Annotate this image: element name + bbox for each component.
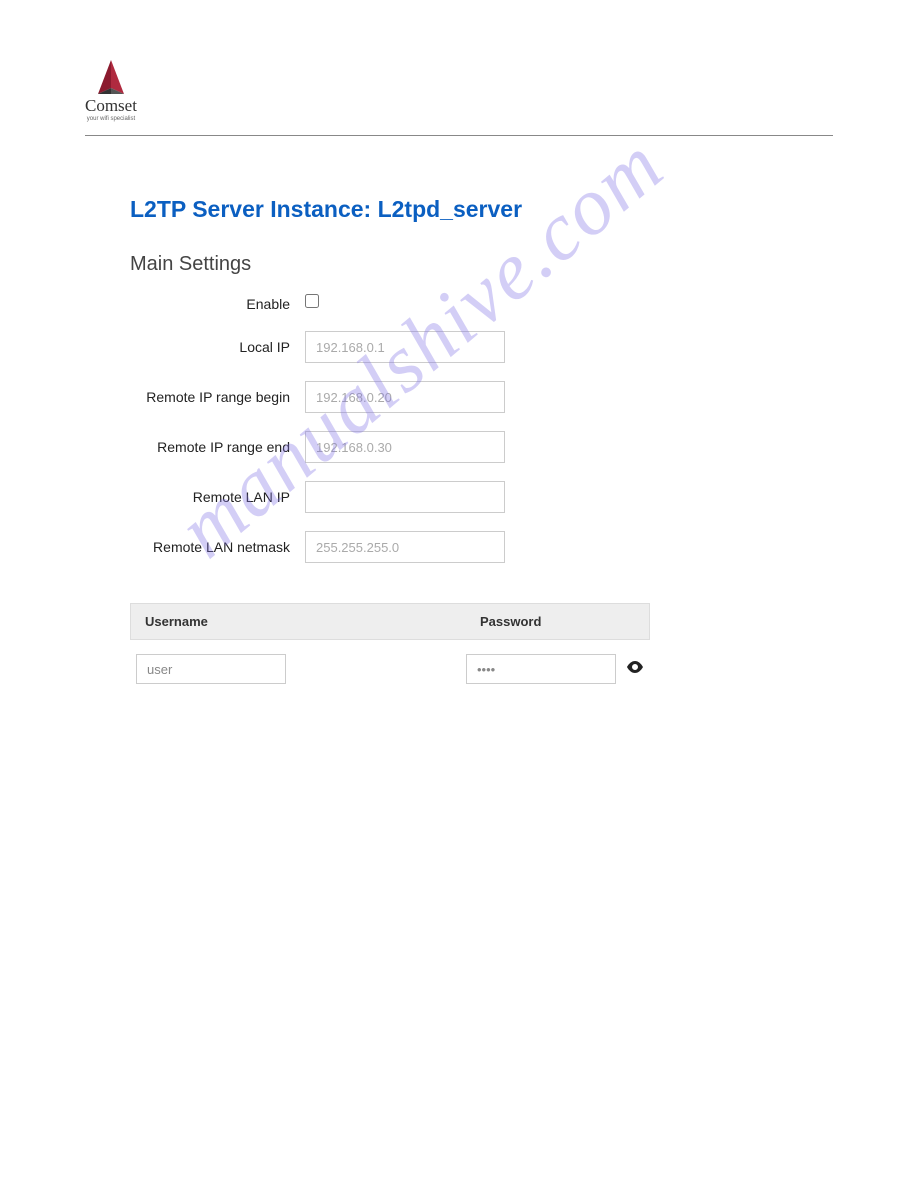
password-input[interactable] — [466, 654, 616, 684]
label-remote-ip-begin: Remote IP range begin — [130, 389, 305, 405]
credentials-row — [130, 640, 650, 698]
row-enable: Enable — [130, 294, 833, 313]
page-title: L2TP Server Instance: L2tpd_server — [130, 196, 833, 223]
enable-checkbox[interactable] — [305, 294, 319, 308]
credentials-section: Username Password — [130, 603, 650, 698]
logo-triangle-icon — [86, 60, 136, 94]
header-password: Password — [480, 614, 635, 629]
header-bar: Comset your wifi specialist — [85, 60, 833, 136]
remote-ip-end-input[interactable] — [305, 431, 505, 463]
credentials-header: Username Password — [130, 603, 650, 640]
brand-tagline: your wifi specialist — [85, 116, 137, 122]
brand-name: Comset — [85, 96, 137, 116]
header-username: Username — [145, 614, 480, 629]
label-remote-ip-end: Remote IP range end — [130, 439, 305, 455]
local-ip-input[interactable] — [305, 331, 505, 363]
label-local-ip: Local IP — [130, 339, 305, 355]
label-remote-lan-netmask: Remote LAN netmask — [130, 539, 305, 555]
remote-lan-ip-input[interactable] — [305, 481, 505, 513]
row-remote-ip-end: Remote IP range end — [130, 431, 833, 463]
row-remote-lan-netmask: Remote LAN netmask — [130, 531, 833, 563]
section-title: Main Settings — [130, 253, 833, 276]
brand-logo: Comset your wifi specialist — [85, 60, 137, 122]
username-input[interactable] — [136, 654, 286, 684]
row-local-ip: Local IP — [130, 331, 833, 363]
main-content: L2TP Server Instance: L2tpd_server Main … — [85, 196, 833, 698]
row-remote-ip-begin: Remote IP range begin — [130, 381, 833, 413]
row-remote-lan-ip: Remote LAN IP — [130, 481, 833, 513]
remote-lan-netmask-input[interactable] — [305, 531, 505, 563]
label-enable: Enable — [130, 296, 305, 312]
label-remote-lan-ip: Remote LAN IP — [130, 489, 305, 505]
eye-icon[interactable] — [626, 660, 644, 678]
remote-ip-begin-input[interactable] — [305, 381, 505, 413]
